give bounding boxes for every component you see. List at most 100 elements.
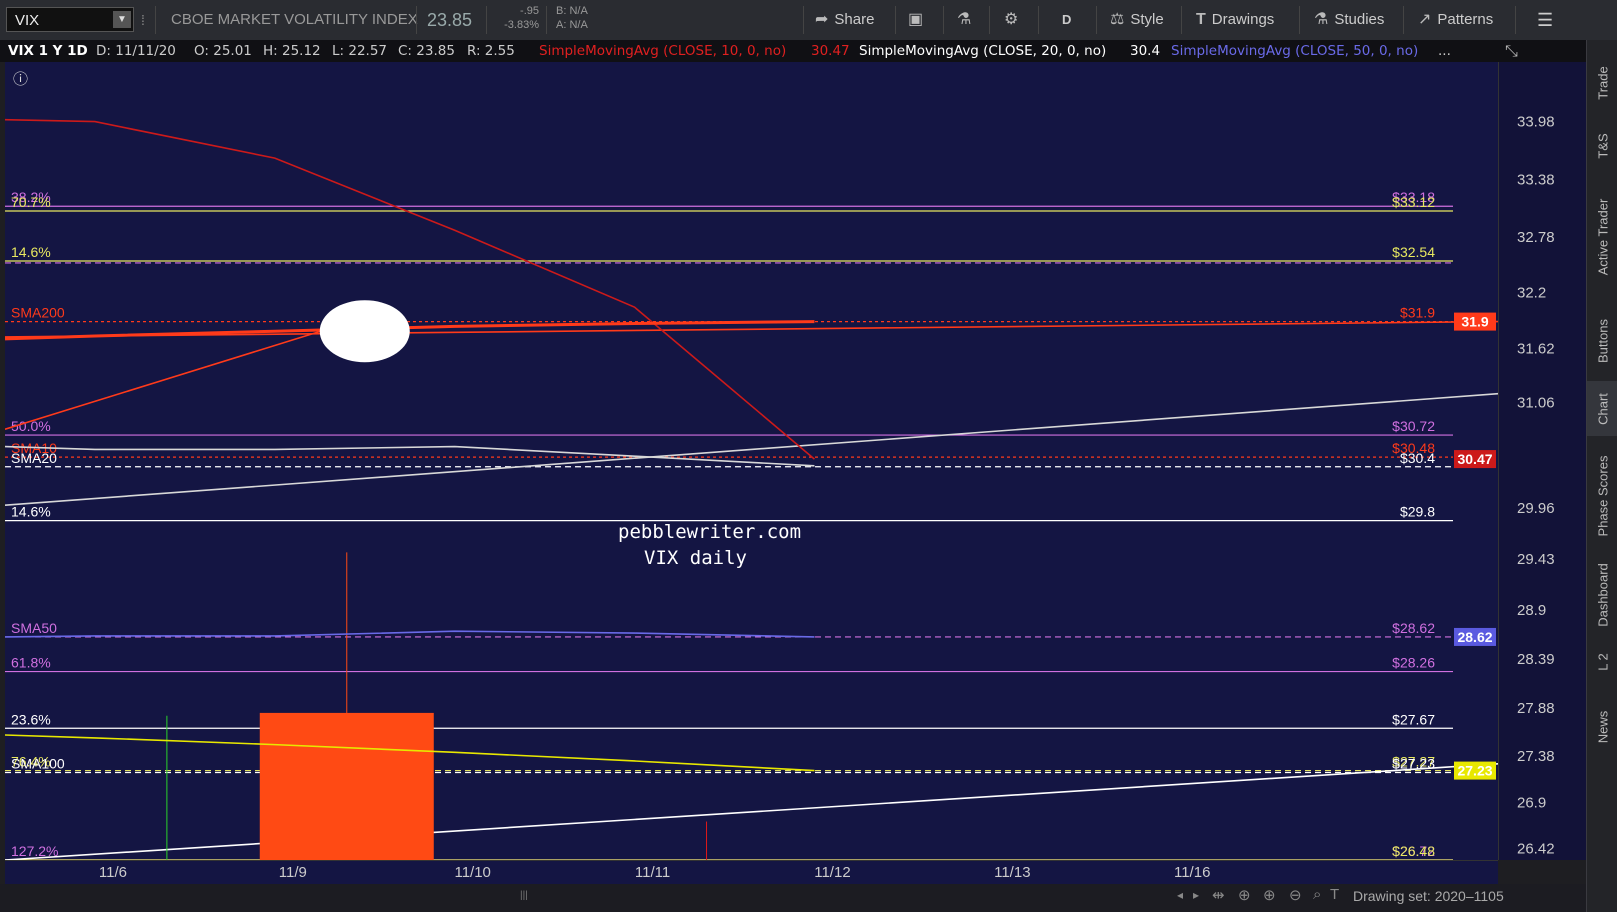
scroll-right-icon[interactable]: ▸ [1193,888,1199,902]
price-tick: 33.98 [1517,114,1555,131]
side-tab-t-s[interactable]: T&S [1587,118,1617,173]
collapse-icon[interactable]: ⤡ [1505,40,1518,62]
level-label-left: SMA200 [11,305,65,321]
price-axis[interactable]: 33.98 33.38 32.78 32.2 31.62 31.06 29.96 29.43 2… [1454,62,1587,860]
info-date: D: 11/11/20 [96,43,176,59]
side-tab-phase-scores[interactable]: Phase Scores [1587,436,1617,556]
level-label-right: $27.67 [1392,711,1435,727]
level-label-left: 70.7% [11,194,51,210]
level-label-right: $30.72 [1392,418,1435,434]
price-tick: 29.96 [1517,500,1555,517]
side-tab-active-trader[interactable]: Active Trader [1587,173,1617,301]
snapshot-button[interactable]: ▣ [908,0,929,40]
level-label-right: $26.48 [1392,843,1435,859]
level-label-left: 23.6% [11,711,51,727]
chart-label: VIX 1 Y 1D [8,43,88,59]
side-tab-label: Dashboard [1595,563,1610,627]
price-tick: 31.62 [1517,341,1555,358]
info-close: C: 23.85 [398,43,455,59]
price-tick: 29.43 [1517,551,1555,568]
level-label-left: 61.8% [11,655,51,671]
info-icon[interactable]: ⓘ [13,68,28,89]
level-label-right: $28.26 [1392,655,1435,671]
crosshair-icon[interactable]: ⊕ [1238,886,1251,904]
expand-icon[interactable]: ⇹ [1212,886,1225,904]
drawing-set-label[interactable]: Drawing set: 2020–1105 [1353,888,1504,904]
change-pct: -3.83% [504,19,539,31]
sma10-study-value: 30.47 [811,43,850,59]
level-label-right: $32.54 [1392,244,1435,260]
side-tab-label: News [1595,710,1610,743]
instrument-name: CBOE MARKET VOLATILITY INDEX [171,11,418,28]
search-icon[interactable]: ⌕ [1313,886,1321,903]
chart-plot-area[interactable]: 38.2% $33.18 70.7% $33.12 14.6% $32.54 SMA200 $… [5,62,1498,860]
series-sma50[interactable] [5,630,815,638]
date-tick: 11/10 [454,864,491,881]
patterns-button[interactable]: ↗ Patterns [1418,0,1493,40]
level-label-left: SMA50 [11,620,57,636]
sma20-study-value: 30.4 [1130,43,1161,59]
text-tool-icon: T [1196,11,1206,28]
drawings-button[interactable]: T Drawings [1196,0,1274,40]
level-label-left: SMA20 [11,450,57,466]
trendline[interactable] [5,320,1498,338]
symbol-input[interactable]: VIX ▼ [6,7,134,32]
sma20-study-label[interactable]: SimpleMovingAvg (CLOSE, 20, 0, no) [859,40,1106,62]
side-tab-trade[interactable]: Trade [1587,48,1617,118]
bid-value: B: N/A [556,5,588,17]
series-sma20[interactable] [5,445,815,467]
price-tick: 32.78 [1517,229,1555,246]
symbol-dropdown-icon[interactable]: ▼ [113,11,131,28]
level-label-left: 14.6% [11,244,51,260]
style-button[interactable]: ⚖ Style [1110,0,1164,40]
side-tab-buttons[interactable]: Buttons [1587,301,1617,381]
patterns-label: Patterns [1437,11,1494,28]
scroll-handle[interactable]: ||| [520,890,530,904]
drawings-label: Drawings [1211,11,1275,28]
side-tab-label: Buttons [1595,318,1610,364]
level-label-left: 14.6% [11,504,51,520]
studies-button[interactable]: ⚗ Studies [1314,0,1384,40]
price-tick: 28.9 [1517,602,1546,619]
style-icon: ⚖ [1110,11,1125,28]
side-tab-dashboard[interactable]: Dashboard [1587,556,1617,634]
level-label-right: $28.62 [1392,620,1435,636]
text-tool-icon[interactable]: T [1330,886,1339,903]
info-range: R: 2.55 [467,43,515,59]
link-icon[interactable]: ⁞ [141,0,145,40]
settings-button[interactable]: ⚙ [1004,0,1024,40]
trendline[interactable] [5,763,1498,860]
sma50-study-label[interactable]: SimpleMovingAvg (CLOSE, 50, 0, no) [1171,40,1418,62]
level-label-right: $33.12 [1392,194,1435,210]
price-chart[interactable]: 38.2% $33.1870.7% $33.1214.6% $32.54SMA200 $… [5,62,1498,860]
top-toolbar: VIX ▼ ⁞ CBOE MARKET VOLATILITY INDEX 23.… [0,0,1617,41]
period-button[interactable]: D [1062,0,1071,40]
share-button[interactable]: ➦ Share [815,0,874,40]
menu-icon[interactable]: ☰ [1537,0,1553,40]
price-tick: 26.9 [1517,794,1546,811]
scroll-left-icon[interactable]: ◂ [1177,888,1183,902]
zoom-in-icon[interactable]: ⊕ [1263,886,1276,904]
bottom-controls: ||| ◂ ▸ ⇹ ⊕ ⊕ ⊖ ⌕ T Drawing set: 2020–11… [0,884,1586,912]
time-axis[interactable]: 11/6 11/9 11/10 11/11 11/12 11/13 11/16 [5,860,1498,885]
info-ellipsis[interactable]: ... [1438,40,1451,62]
price-tick: 27.38 [1517,748,1555,765]
date-tick: 11/12 [814,864,851,881]
date-tick: 11/11 [634,864,671,881]
flask-button[interactable]: ⚗ [957,0,977,40]
side-tab-l-2[interactable]: L 2 [1587,634,1617,689]
snapshot-icon: ▣ [908,11,924,28]
side-tab-label: L 2 [1595,652,1610,671]
candle-body[interactable] [259,712,434,860]
price-change: -.95 -3.83% [497,4,539,32]
price-tick: 28.39 [1517,651,1555,668]
price-tick: 27.88 [1517,700,1555,717]
side-tab-chart[interactable]: Chart [1587,381,1617,436]
zoom-out-icon[interactable]: ⊖ [1289,886,1302,904]
series-sma10[interactable] [5,118,815,460]
price-tick: 33.38 [1517,171,1555,188]
side-tab-news[interactable]: News [1587,689,1617,764]
symbol-value: VIX [15,12,40,29]
sma10-study-label[interactable]: SimpleMovingAvg (CLOSE, 10, 0, no) [539,40,786,62]
level-label-right: $30.4 [1400,450,1435,466]
